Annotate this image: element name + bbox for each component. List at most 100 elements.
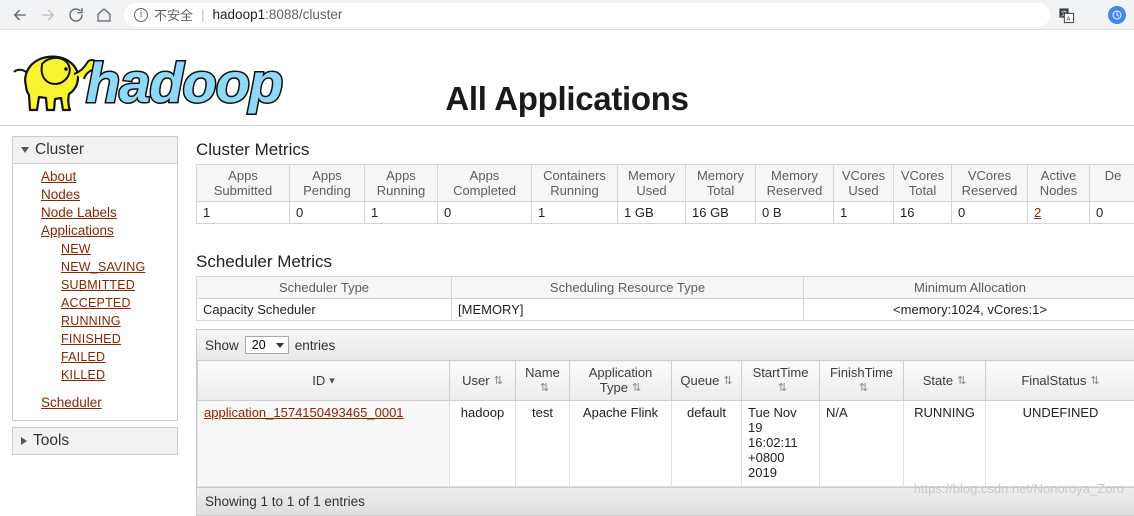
td-memory-reserved: 0 B (756, 202, 834, 224)
sidebar-cluster-body: About Nodes Node Labels Applications NEW… (13, 164, 177, 420)
sidebar-item-scheduler[interactable]: Scheduler (13, 394, 177, 412)
applications-datatable: Show 20 entries ID▾ User⇅ Name⇅ (196, 329, 1134, 516)
sidebar-item-node-labels[interactable]: Node Labels (13, 204, 177, 222)
sidebar-item-new-saving[interactable]: NEW_SAVING (13, 258, 177, 276)
sort-both-icon: ⇅ (723, 374, 732, 389)
scheduler-metrics-header-row: Scheduler Type Scheduling Resource Type … (197, 277, 1134, 299)
td-application-type: Apache Flink (570, 401, 672, 487)
address-bar[interactable]: i 不安全 | hadoop1:8088/cluster (124, 3, 1050, 27)
td-queue: default (672, 401, 742, 487)
th-name[interactable]: Name⇅ (516, 361, 570, 401)
show-label: Show (205, 338, 239, 353)
td-apps-completed: 0 (438, 202, 532, 224)
applications-header-row: ID▾ User⇅ Name⇅ Application Type⇅ Queue⇅… (198, 361, 1134, 401)
sidebar-item-accepted[interactable]: ACCEPTED (13, 294, 177, 312)
sort-both-icon: ⇅ (1090, 374, 1099, 389)
td-apps-running: 1 (365, 202, 438, 224)
svg-text:A: A (1066, 16, 1070, 22)
browser-nav-buttons (0, 1, 118, 29)
th-containers-running: Containers Running (532, 165, 618, 202)
td-finish-time: N/A (820, 401, 904, 487)
td-apps-pending: 0 (290, 202, 365, 224)
sidebar-item-nodes[interactable]: Nodes (13, 186, 177, 204)
omnibox-separator: | (201, 7, 205, 22)
home-icon[interactable] (90, 1, 118, 29)
th-scheduling-resource-type: Scheduling Resource Type (452, 277, 804, 299)
sidebar-item-submitted[interactable]: SUBMITTED (13, 276, 177, 294)
sort-both-icon: ⇅ (540, 381, 549, 396)
sidebar-item-killed[interactable]: KILLED (13, 366, 177, 384)
chevron-right-icon (21, 437, 27, 445)
sidebar-tools-label: Tools (33, 432, 69, 450)
entries-label: entries (295, 338, 336, 353)
sidebar-cluster-header[interactable]: Cluster (13, 137, 177, 164)
page-header: hadoop All Applications (0, 30, 1134, 126)
page-size-select[interactable]: 20 (245, 336, 289, 354)
url-host: hadoop1 (213, 7, 266, 22)
td-vcores-used: 1 (834, 202, 894, 224)
sidebar-spacer (13, 384, 177, 394)
sidebar-item-finished[interactable]: FINISHED (13, 330, 177, 348)
sidebar-item-failed[interactable]: FAILED (13, 348, 177, 366)
th-queue[interactable]: Queue⇅ (672, 361, 742, 401)
th-apps-running: Apps Running (365, 165, 438, 202)
browser-actions: 文A ★ (1058, 6, 1134, 24)
th-user[interactable]: User⇅ (450, 361, 516, 401)
application-id-link[interactable]: application_1574150493465_0001 (204, 405, 404, 420)
table-row[interactable]: application_1574150493465_0001 hadoop te… (198, 401, 1134, 487)
td-memory-used: 1 GB (618, 202, 686, 224)
th-finish-time[interactable]: FinishTime⇅ (820, 361, 904, 401)
th-start-time[interactable]: StartTime⇅ (742, 361, 820, 401)
sidebar-item-new[interactable]: NEW (13, 240, 177, 258)
sidebar-tools-header[interactable]: Tools (13, 428, 177, 454)
sidebar-item-applications[interactable]: Applications (13, 222, 177, 240)
th-application-type[interactable]: Application Type⇅ (570, 361, 672, 401)
th-final-status[interactable]: FinalStatus⇅ (986, 361, 1134, 401)
sidebar-cluster-panel: Cluster About Nodes Node Labels Applicat… (12, 136, 178, 421)
td-state: RUNNING (904, 401, 986, 487)
td-active-nodes[interactable]: 2 (1028, 202, 1090, 224)
page-title: All Applications (247, 80, 887, 118)
security-status-label: 不安全 (154, 5, 193, 24)
td-vcores-reserved: 0 (952, 202, 1028, 224)
site-info-icon[interactable]: i (134, 8, 148, 22)
cluster-metrics-header-row: Apps Submitted Apps Pending Apps Running… (197, 165, 1134, 202)
th-memory-reserved: Memory Reserved (756, 165, 834, 202)
th-id[interactable]: ID▾ (198, 361, 450, 401)
th-memory-used: Memory Used (618, 165, 686, 202)
scheduler-metrics-title: Scheduler Metrics (196, 224, 1134, 272)
td-application-id[interactable]: application_1574150493465_0001 (198, 401, 450, 487)
back-icon[interactable] (6, 1, 34, 29)
sidebar-tools-panel: Tools (12, 427, 178, 455)
td-scheduling-resource-type: [MEMORY] (452, 299, 804, 321)
yarn-resourcemanager-page: hadoop All Applications Cluster About No… (0, 30, 1134, 502)
browser-toolbar: i 不安全 | hadoop1:8088/cluster 文A ★ (0, 0, 1134, 30)
chevron-down-icon (21, 147, 29, 153)
url-path: :8088/cluster (265, 7, 342, 22)
profile-icon[interactable] (1108, 6, 1126, 24)
cluster-metrics-title: Cluster Metrics (196, 136, 1134, 160)
scheduler-metrics-value-row: Capacity Scheduler [MEMORY] <memory:1024… (197, 299, 1134, 321)
th-active-nodes: Active Nodes (1028, 165, 1090, 202)
chevron-down-icon (276, 343, 284, 348)
td-apps-submitted: 1 (197, 202, 290, 224)
td-scheduler-type: Capacity Scheduler (197, 299, 452, 321)
th-memory-total: Memory Total (686, 165, 756, 202)
reload-icon[interactable] (62, 1, 90, 29)
sidebar-item-running[interactable]: RUNNING (13, 312, 177, 330)
cluster-metrics-table: Apps Submitted Apps Pending Apps Running… (196, 164, 1134, 224)
datatable-info: Showing 1 to 1 of 1 entries (197, 487, 1134, 515)
td-final-status: UNDEFINED (986, 401, 1134, 487)
th-state[interactable]: State⇅ (904, 361, 986, 401)
bookmark-star-icon[interactable]: ★ (1084, 7, 1098, 23)
active-nodes-link[interactable]: 2 (1034, 205, 1041, 220)
td-containers-running: 1 (532, 202, 618, 224)
forward-icon[interactable] (34, 1, 62, 29)
sort-both-icon: ⇅ (778, 381, 787, 396)
scheduler-metrics-table: Scheduler Type Scheduling Resource Type … (196, 276, 1134, 321)
sort-both-icon: ⇅ (494, 374, 503, 389)
sidebar-item-about[interactable]: About (13, 168, 177, 186)
td-minimum-allocation: <memory:1024, vCores:1> (804, 299, 1134, 321)
translate-icon[interactable]: 文A (1058, 7, 1074, 23)
th-vcores-used: VCores Used (834, 165, 894, 202)
